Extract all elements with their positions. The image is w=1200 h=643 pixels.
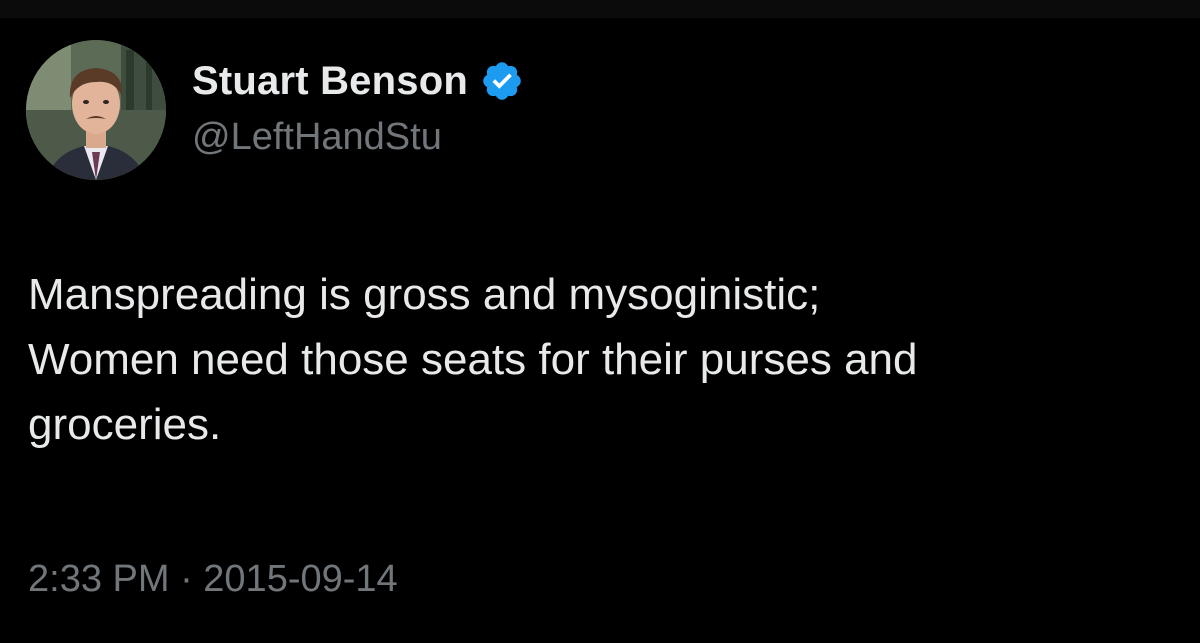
profile-photo-icon [26, 40, 166, 180]
tweet-text: Manspreading is gross and mysoginistic; … [28, 262, 1178, 457]
verified-badge-icon [480, 59, 524, 103]
tweet-text-line: groceries. [28, 400, 222, 449]
top-strip [0, 0, 1200, 18]
tweet-timestamp[interactable]: 2:33 PM · 2015-09-14 [28, 558, 398, 601]
tweet-text-line: Manspreading is gross and mysoginistic; [28, 270, 821, 319]
tweet-text-line: Women need those seats for their purses … [28, 335, 918, 384]
author-display-name[interactable]: Stuart Benson [192, 59, 468, 104]
author-name-row: Stuart Benson [192, 56, 524, 106]
author-handle[interactable]: @LeftHandStu [192, 116, 442, 159]
avatar[interactable] [26, 40, 166, 180]
tweet-card: Stuart Benson @LeftHandStu Manspreading … [0, 18, 1200, 643]
